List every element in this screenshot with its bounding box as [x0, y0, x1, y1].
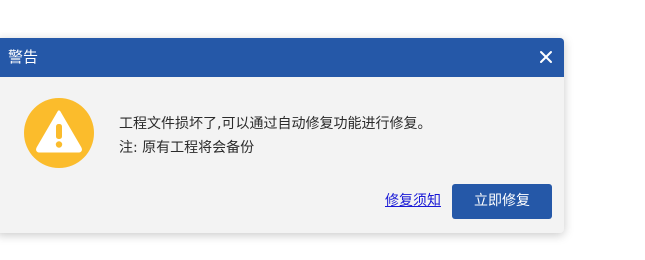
warning-icon	[23, 97, 95, 169]
dialog-title: 警告	[8, 48, 39, 66]
repair-now-button[interactable]: 立即修复	[452, 184, 552, 219]
close-icon	[540, 51, 552, 63]
close-button[interactable]	[534, 45, 558, 69]
warning-dialog: 警告 工程文件损坏了,可以通过自动修复功能进行修复。 注: 原有工程将会备份 修…	[0, 38, 564, 233]
page: 警告 工程文件损坏了,可以通过自动修复功能进行修复。 注: 原有工程将会备份 修…	[0, 0, 645, 260]
dialog-message: 工程文件损坏了,可以通过自动修复功能进行修复。	[119, 116, 432, 132]
repair-notes-link[interactable]: 修复须知	[385, 191, 441, 211]
dialog-titlebar: 警告	[0, 38, 564, 77]
dialog-note: 注: 原有工程将会备份	[119, 140, 255, 156]
